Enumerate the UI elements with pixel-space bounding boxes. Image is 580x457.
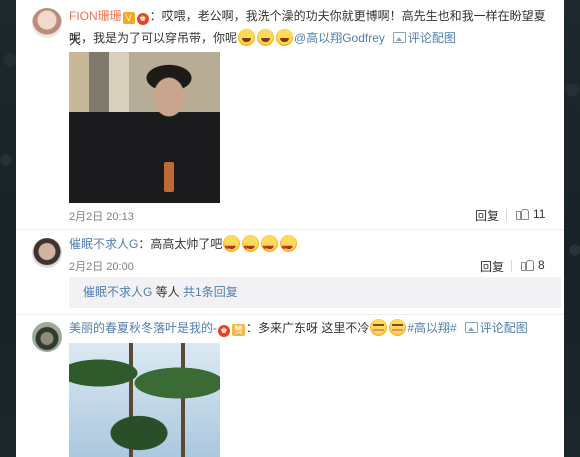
image-icon — [464, 322, 478, 333]
heart-eyes-emoji-icon — [261, 235, 279, 261]
comment-divider — [16, 229, 564, 230]
laughing-emoji-icon — [238, 29, 256, 46]
vip-crown-icon: ♚ — [218, 325, 230, 337]
comment-divider — [16, 314, 564, 315]
avatar[interactable] — [32, 238, 62, 268]
sub-replies-summary: 催眠不求人G 等人 共1条回复 — [69, 277, 561, 308]
like-count: 11 — [533, 207, 546, 221]
shy-emoji-icon — [370, 319, 388, 336]
reply-username[interactable]: 催眠不求人G — [83, 285, 152, 299]
avatar[interactable] — [32, 322, 62, 352]
action-divider — [506, 209, 507, 221]
comment-list-panel: FION珊珊 V ♚ ：哎喂，老公啊，我洗个澡的功夫你就更博啊！高先生也和我一样在盼望… — [16, 0, 564, 457]
like-button[interactable]: 8 — [521, 258, 545, 272]
laughing-emoji-icon — [276, 29, 294, 46]
comment-text: 美丽的春夏秋冬落叶是我的- ♚ 赞：多来广东呀 这里不冷 #高以翔# 评论配图 — [69, 316, 552, 340]
image-icon — [392, 32, 406, 43]
comment-body-cont: 呢，我是为了可以穿吊带，你呢 — [69, 31, 238, 45]
comment-username[interactable]: 催眠不求人G — [69, 237, 138, 251]
like-button[interactable]: 11 — [516, 207, 545, 221]
comment-username[interactable]: 美丽的春夏秋冬落叶是我的- — [69, 321, 217, 335]
reply-button[interactable]: 回复 — [480, 258, 504, 275]
comment-photo[interactable] — [69, 52, 220, 203]
comment-body: ：高高太帅了吧 — [138, 237, 223, 251]
comment-text-line2: 呢，我是为了可以穿吊带，你呢 @高以翔Godfrey 评论配图 — [69, 26, 552, 50]
vip-crown-icon: ♚ — [136, 13, 149, 25]
avatar[interactable] — [32, 8, 62, 38]
view-replies-link[interactable]: 共1条回复 — [183, 285, 238, 299]
comment-photo[interactable] — [69, 343, 220, 457]
laughing-emoji-icon — [257, 29, 275, 46]
comment-time: 2月2日 20:00 — [69, 261, 134, 273]
comment-username[interactable]: FION珊珊 — [69, 9, 122, 23]
comment-time: 2月2日 20:13 — [69, 211, 134, 223]
comment-image-link[interactable]: 评论配图 — [480, 321, 528, 335]
thumbs-up-icon — [521, 259, 534, 271]
shy-emoji-icon — [389, 319, 407, 336]
heart-eyes-emoji-icon — [223, 235, 241, 261]
comment-body: ：多来广东呀 这里不冷 — [246, 321, 370, 335]
heart-eyes-emoji-icon — [280, 235, 298, 261]
comment-image-link[interactable]: 评论配图 — [408, 31, 456, 45]
fan-badge-icon: 赞 — [232, 324, 245, 336]
replies-summary-text: 等人 — [152, 285, 184, 299]
reply-button[interactable]: 回复 — [475, 207, 499, 224]
comment-text: 催眠不求人G：高高太帅了吧 — [69, 232, 552, 261]
heart-eyes-emoji-icon — [242, 235, 260, 261]
like-count: 8 — [538, 258, 545, 272]
topic-link[interactable]: #高以翔# — [407, 321, 456, 335]
verified-badge-icon: V — [122, 12, 135, 24]
thumbs-up-icon — [516, 208, 529, 220]
mention-link[interactable]: @高以翔Godfrey — [294, 31, 385, 45]
action-divider — [511, 260, 512, 272]
